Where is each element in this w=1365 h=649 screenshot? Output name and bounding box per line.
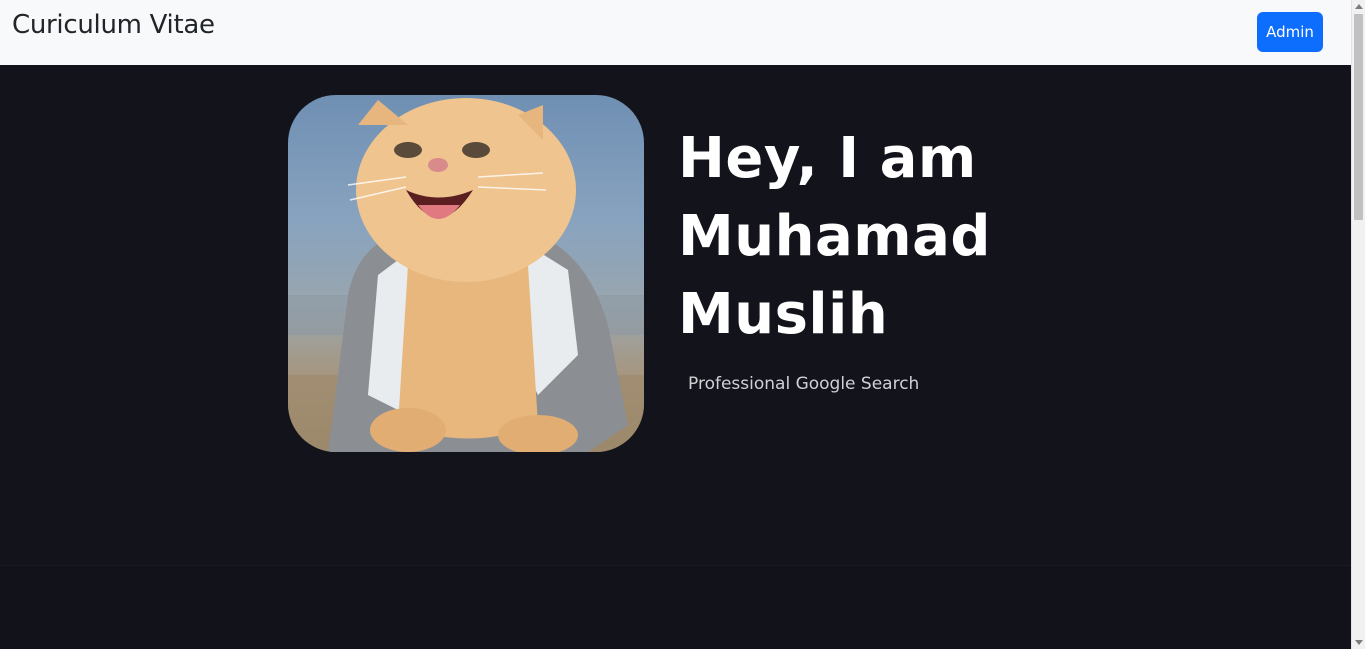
brand-title[interactable]: Curiculum Vitae — [12, 10, 215, 40]
hero-subtitle: Professional Google Search — [688, 374, 920, 394]
navbar: Curiculum Vitae Admin — [0, 0, 1351, 65]
profile-photo — [288, 95, 644, 452]
heading-line-1: Hey, I am — [678, 126, 977, 191]
hero-heading: Hey, I am Muhamad Muslih — [678, 120, 1198, 354]
admin-button[interactable]: Admin — [1257, 12, 1323, 52]
vertical-scrollbar[interactable] — [1351, 0, 1365, 649]
next-section — [0, 565, 1351, 649]
chevron-up-icon[interactable] — [1355, 4, 1363, 9]
heading-line-3: Muslih — [678, 282, 889, 347]
chevron-down-icon[interactable] — [1355, 640, 1363, 645]
heading-line-2: Muhamad — [678, 204, 991, 269]
scrollbar-thumb[interactable] — [1354, 14, 1363, 220]
